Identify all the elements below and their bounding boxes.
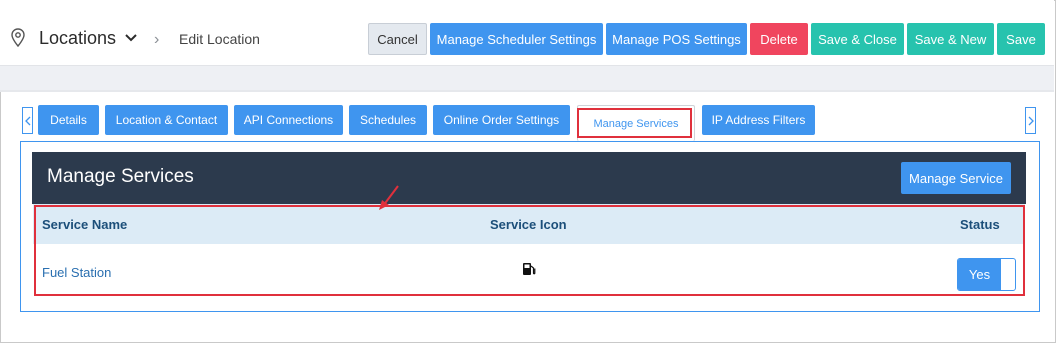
save-close-button[interactable]: Save & Close <box>811 23 904 55</box>
tab-schedules[interactable]: Schedules <box>349 105 427 135</box>
breadcrumb-current: Edit Location <box>179 31 260 47</box>
save-button[interactable]: Save <box>997 23 1045 55</box>
delete-button[interactable]: Delete <box>750 23 808 55</box>
tab-api-connections[interactable]: API Connections <box>234 105 343 135</box>
tab-location-contact[interactable]: Location & Contact <box>105 105 228 135</box>
tabs-scroll-right-button[interactable] <box>1025 107 1036 134</box>
tabs-scroll-left-button[interactable] <box>22 107 33 134</box>
tab-details[interactable]: Details <box>38 105 99 135</box>
manage-service-button[interactable]: Manage Service <box>901 162 1011 194</box>
manage-scheduler-settings-button[interactable]: Manage Scheduler Settings <box>430 23 603 55</box>
chevron-left-icon <box>24 116 30 125</box>
top-header: Locations › Edit Location Cancel Manage … <box>0 0 1054 66</box>
annotation-highlight-tab <box>577 108 692 138</box>
card-title: Manage Services <box>47 166 194 187</box>
tab-online-order-settings[interactable]: Online Order Settings <box>433 105 570 135</box>
toolbar-band <box>0 66 1054 90</box>
annotation-arrow-icon <box>379 185 399 210</box>
save-new-button[interactable]: Save & New <box>907 23 994 55</box>
section-title[interactable]: Locations <box>39 28 116 49</box>
divider <box>0 90 1054 92</box>
cancel-button[interactable]: Cancel <box>368 23 427 55</box>
manage-pos-settings-button[interactable]: Manage POS Settings <box>606 23 747 55</box>
location-pin-icon <box>11 28 25 48</box>
tab-ip-address-filters[interactable]: IP Address Filters <box>702 105 815 135</box>
chevron-right-icon: › <box>154 31 160 48</box>
annotation-highlight-table <box>34 205 1025 296</box>
chevron-down-icon[interactable] <box>125 34 137 42</box>
chevron-right-icon <box>1028 116 1034 125</box>
